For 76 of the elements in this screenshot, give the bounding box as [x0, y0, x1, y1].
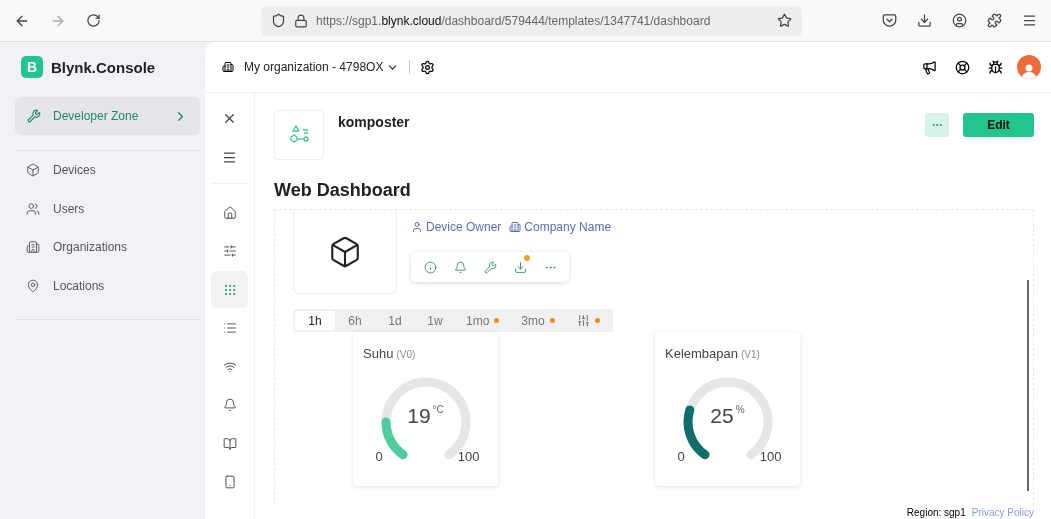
megaphone-icon[interactable]	[922, 59, 937, 75]
edit-button[interactable]: Edit	[963, 113, 1034, 137]
time-tab[interactable]: 1mo	[455, 311, 511, 330]
user-icon	[411, 221, 423, 233]
gauge-unit: %	[735, 404, 745, 415]
sliders-icon	[222, 244, 237, 258]
bell-icon	[222, 398, 237, 412]
box-icon	[26, 163, 40, 178]
wifi-icon	[222, 359, 237, 374]
home-icon	[222, 205, 237, 220]
time-tab[interactable]: 1h	[295, 311, 335, 330]
region-label: Region: sgp1	[906, 506, 966, 518]
extensions-icon[interactable]	[987, 13, 1002, 28]
developer-zone-item[interactable]: Developer Zone	[15, 97, 200, 135]
pin-label: (V0)	[396, 349, 416, 360]
notification-dot	[524, 255, 530, 261]
account-icon[interactable]	[952, 13, 967, 28]
gauge-value: 19	[407, 404, 431, 428]
sidebar-item[interactable]: Devices	[12, 151, 205, 190]
widget-title: Kelembapan	[665, 346, 738, 361]
menu-icon	[222, 149, 237, 165]
template-icon	[274, 110, 324, 160]
book-icon	[222, 436, 237, 451]
building-icon	[222, 61, 234, 73]
gauge-min: 0	[375, 449, 383, 464]
template-name: komposter	[338, 114, 411, 130]
avatar[interactable]	[1017, 55, 1041, 79]
list-icon	[222, 321, 237, 335]
gauge-min: 0	[677, 449, 685, 464]
pin-icon	[26, 278, 40, 293]
building-icon	[26, 240, 40, 255]
building-icon	[509, 221, 522, 233]
menu-icon[interactable]	[1022, 13, 1037, 28]
reload-icon[interactable]	[86, 13, 101, 28]
lock-icon	[294, 13, 308, 28]
close-icon	[222, 111, 237, 126]
pin-label: (V1)	[741, 349, 760, 360]
gauge-value: 25	[710, 404, 734, 428]
pocket-icon[interactable]	[882, 13, 897, 28]
address-bar[interactable]: https://sgp1.blynk.cloud/dashboard/579444/templates/1347741/dashboard	[261, 5, 802, 36]
download-icon[interactable]	[917, 13, 932, 28]
lifebuoy-icon[interactable]	[955, 59, 970, 75]
download-icon	[513, 260, 527, 274]
scrollbar[interactable]	[1027, 280, 1029, 491]
time-tab[interactable]: 6h	[335, 311, 375, 330]
shield-icon	[271, 13, 286, 28]
time-tab[interactable]: 1w	[415, 311, 455, 330]
users-icon	[26, 201, 40, 216]
tools-icon	[483, 260, 497, 274]
gauge-unit: °C	[432, 404, 444, 415]
privacy-link[interactable]: Privacy Policy	[971, 506, 1034, 518]
grid-icon	[222, 282, 237, 297]
device-owner-link[interactable]: Device Owner	[411, 220, 502, 234]
organization-switcher[interactable]: My organization - 4798OX	[244, 60, 400, 74]
widget-title: Suhu	[363, 346, 394, 361]
gauge-max: 100	[759, 449, 782, 464]
gauge-max: 100	[457, 449, 480, 464]
rail-button[interactable]	[211, 271, 248, 308]
brand-name: Blynk.Console	[51, 58, 156, 76]
page-title: Web Dashboard	[274, 180, 412, 201]
phone-icon	[222, 475, 237, 489]
time-tab[interactable]: 1d	[375, 311, 415, 330]
bug-icon[interactable]	[988, 59, 1003, 75]
star-icon[interactable]	[777, 13, 792, 28]
company-name-link[interactable]: Company Name	[509, 220, 612, 234]
sidebar-item[interactable]: Locations	[12, 266, 205, 305]
sidebar-item[interactable]: Organizations	[12, 228, 205, 267]
time-tab[interactable]: 3mo	[510, 311, 566, 330]
url-text: https://sgp1.blynk.cloud/dashboard/579444/templates/1347741/dashboard	[316, 13, 712, 28]
info-icon	[423, 260, 437, 274]
bell-icon	[453, 260, 467, 274]
settings-icon[interactable]	[420, 59, 436, 75]
sidebar-item[interactable]: Users	[12, 189, 205, 228]
sliders-icon	[576, 314, 590, 327]
tools-icon	[27, 109, 41, 123]
cube-icon	[328, 234, 362, 269]
